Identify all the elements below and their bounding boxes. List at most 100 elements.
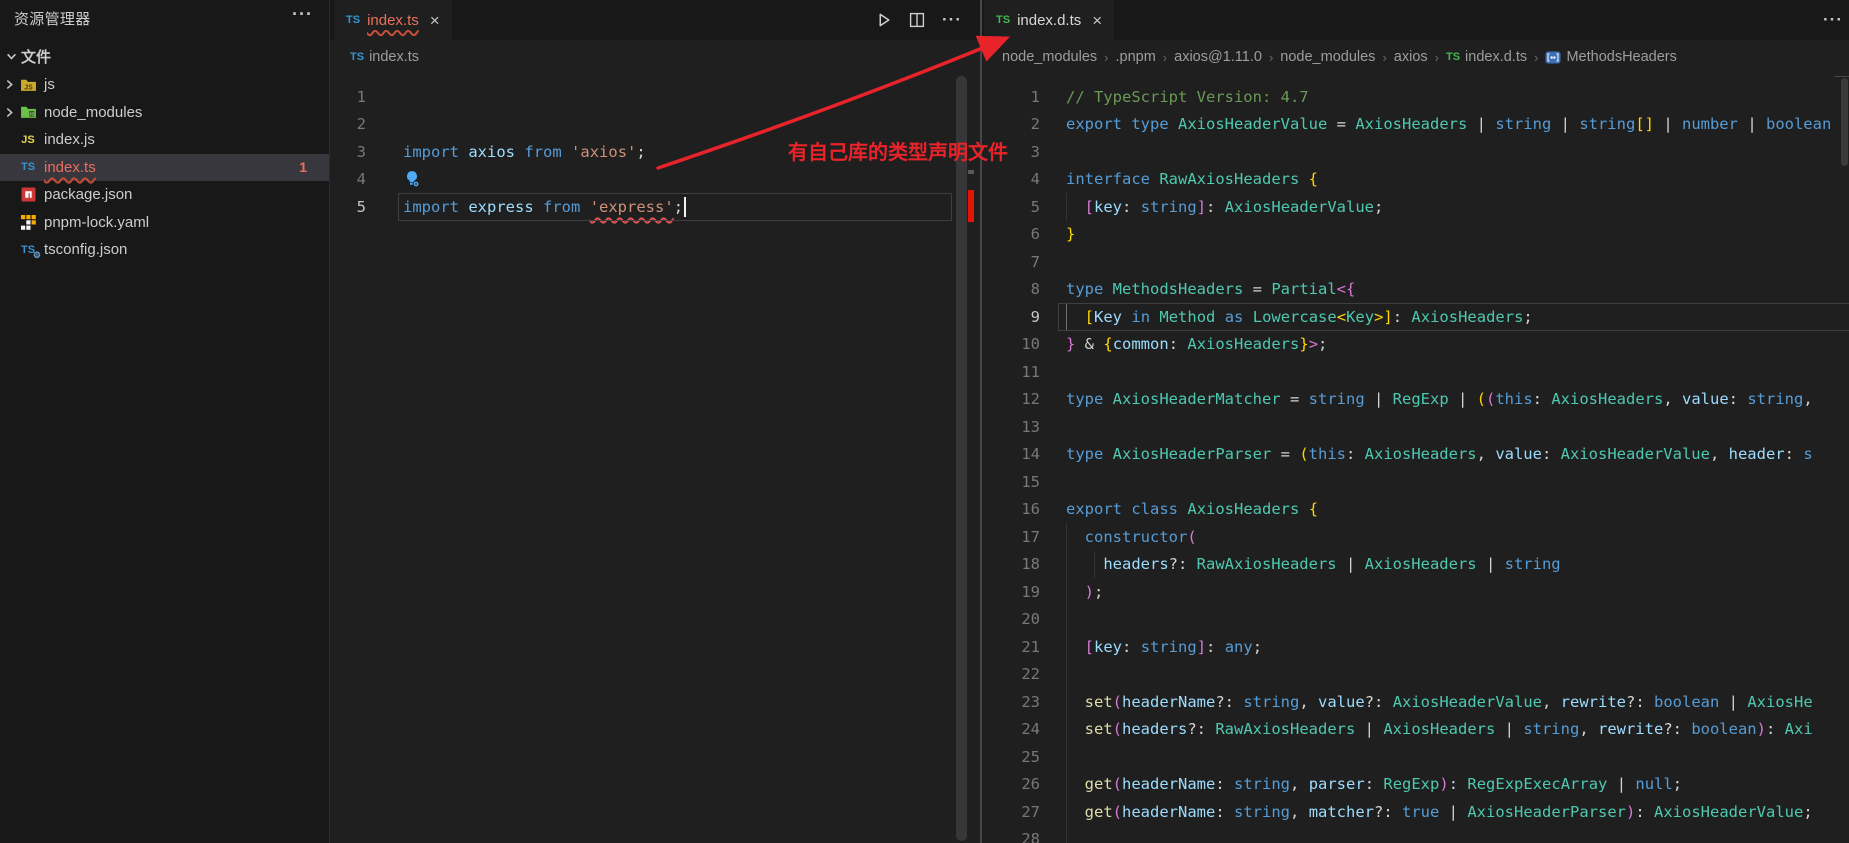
code-token: : [1215,803,1234,821]
breadcrumb-item-file[interactable]: TS index.ts [350,49,419,65]
code-token: value [1318,693,1365,711]
sidebar-item-index.js[interactable]: JSindex.js [0,126,329,154]
code-token: ( [1113,803,1122,821]
split-editor-button[interactable] [909,12,925,28]
breadcrumb-item-axios[interactable]: axios [1394,49,1428,65]
line-content: get(headerName: string, matcher?: true |… [1066,803,1813,821]
code-token: , [1542,693,1561,711]
close-icon[interactable]: × [1092,12,1102,29]
sidebar-item-index.ts[interactable]: TSindex.ts1 [0,154,329,182]
code-token: ?: [1365,693,1393,711]
code-token: : [1346,445,1365,463]
code-token: | [1365,390,1393,408]
breadcrumb-item--pnpm[interactable]: .pnpm [1115,49,1155,65]
code-token: parser [1309,775,1365,793]
line-number: 8 [982,280,1040,298]
code-token: | [1449,390,1477,408]
code-token [459,198,468,216]
code-token: type [1066,280,1103,298]
line-number: 2 [982,115,1040,133]
code-token: headers [1122,720,1187,738]
scrollbar-thumb[interactable] [1841,78,1848,166]
breadcrumb-item-methodsheaders[interactable]: MethodsHeaders [1545,49,1676,65]
code-token: RegExpExecArray [1467,775,1607,793]
line-number: 5 [330,198,366,216]
code-token: AxiosHeaders [1187,335,1299,353]
code-editor-index-d-ts[interactable]: 1 // TypeScript Version: 4.7 2 export type … [982,74,1849,843]
code-token [1066,803,1085,821]
code-token: boolean [1654,693,1719,711]
tab-index-ts[interactable]: TS index.ts × [334,0,452,40]
ts-file-icon: TS [346,14,360,26]
line-number: 27 [982,803,1040,821]
code-token [1122,308,1131,326]
code-token: AxiosHeaderValue [1178,115,1327,133]
code-token: ?: [1187,720,1215,738]
code-token: string [1495,115,1551,133]
line-number: 1 [982,88,1040,106]
line-content: // TypeScript Version: 4.7 [1066,88,1309,106]
code-token: matcher [1309,803,1374,821]
code-line-4: 4 [330,166,980,194]
indent-guide [1066,743,1067,771]
code-token: value [1682,390,1729,408]
explorer-sidebar: 资源管理器 ··· 文件 JSjsJSnode_modulesJSindex.j… [0,0,330,843]
code-token: <{ [1337,280,1356,298]
explorer-more-actions-icon[interactable]: ··· [292,4,313,25]
more-actions-icon[interactable]: ··· [1823,10,1843,30]
code-token: AxiosHe [1747,693,1812,711]
close-icon[interactable]: × [430,12,440,29]
sidebar-item-tsconfig.json[interactable]: TS⚙tsconfig.json [0,236,329,264]
code-token: AxiosHeaders [1551,390,1663,408]
code-token: ( [1486,390,1495,408]
breadcrumb-label: axios@1.11.0 [1174,49,1262,65]
code-token: , [1299,693,1318,711]
chevron-down-icon [6,51,17,62]
explorer-section-files[interactable]: 文件 [0,42,329,70]
breadcrumb-item-node-modules[interactable]: node_modules [1002,49,1097,65]
code-token [1122,500,1131,518]
breadcrumb-item-index-d-ts[interactable]: TSindex.d.ts [1446,49,1527,65]
code-token: ( [1187,528,1196,546]
code-token: s [1803,445,1812,463]
code-line-3: 3 [982,138,1849,166]
code-token: value [1495,445,1542,463]
code-token [459,143,468,161]
file-name: tsconfig.json [44,241,127,258]
section-label: 文件 [21,46,51,67]
code-token: this [1309,445,1346,463]
sidebar-item-package.json[interactable]: package.json [0,181,329,209]
code-line-11: 11 [982,358,1849,386]
sidebar-item-node_modules[interactable]: JSnode_modules [0,99,329,127]
code-token: headerName [1122,775,1215,793]
code-token: < [1337,308,1346,326]
tab-index-d-ts[interactable]: TS index.d.ts × [984,0,1114,40]
code-token: AxiosHeaderValue [1561,445,1710,463]
breadcrumb-item-node-modules[interactable]: node_modules [1280,49,1375,65]
line-content: export type AxiosHeaderValue = AxiosHead… [1066,115,1831,133]
code-token [1103,390,1112,408]
breadcrumb-item-axios-1-11-0[interactable]: axios@1.11.0 [1174,49,1262,65]
overview-cursor-mark [968,170,974,174]
code-line-27: 27 get(headerName: string, matcher?: tru… [982,798,1849,826]
code-token: , [1477,445,1496,463]
line-content: import express from 'express'; [403,197,686,217]
breadcrumb-separator: › [1269,50,1273,65]
code-token: number [1682,115,1738,133]
code-line-13: 13 [982,413,1849,441]
sidebar-item-pnpm-lock.yaml[interactable]: pnpm-lock.yaml [0,209,329,237]
line-content: ); [1066,583,1103,601]
code-token [1215,308,1224,326]
run-button[interactable] [876,12,892,28]
scrollbar-thumb[interactable] [956,76,967,841]
text-cursor [684,197,686,217]
lightbulb-quickfix-icon[interactable] [403,170,421,188]
overview-error-mark [968,190,974,222]
code-line-18: 18 headers?: RawAxiosHeaders | AxiosHead… [982,551,1849,579]
editor-group-right: TS index.d.ts × ··· node_modules›.pnpm›a… [980,0,1849,843]
more-actions-icon[interactable]: ··· [942,10,962,30]
code-token: constructor [1085,528,1188,546]
breadcrumb-label: index.ts [369,49,419,65]
sidebar-item-js[interactable]: JSjs [0,71,329,99]
code-token: Partial [1271,280,1336,298]
